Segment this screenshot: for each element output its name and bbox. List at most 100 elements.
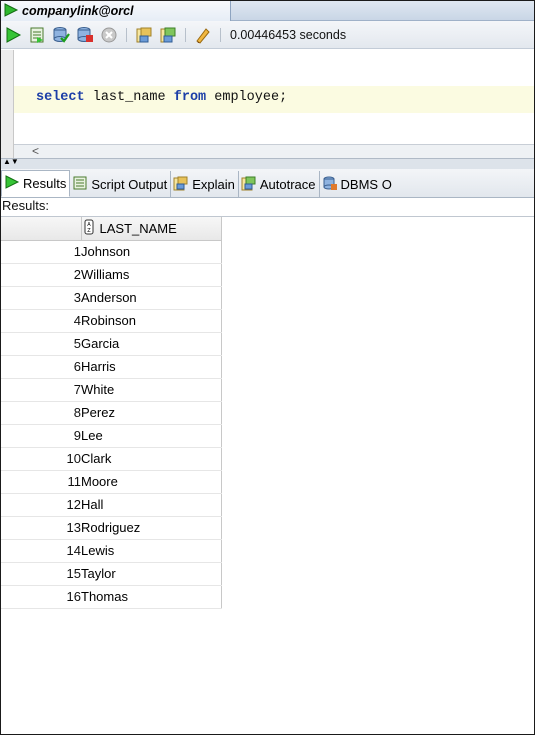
tab-script-output[interactable]: Script Output [70,171,172,197]
tab-explain-label: Explain [192,176,235,192]
last-name-cell[interactable]: Johnson [81,240,222,264]
sql-keyword-from: from [173,90,207,105]
scroll-left-icon[interactable]: < [32,144,39,158]
table-row[interactable]: 14 Lewis [1,539,222,563]
last-name-cell[interactable]: Taylor [81,562,222,586]
table-row[interactable]: 10 Clark [1,447,222,471]
worksheet-title: companylink@orcl [22,4,134,18]
tab-dbms-output[interactable]: DBMS O [320,171,395,197]
toolbar-separator [185,27,186,42]
tab-results-label: Results [23,176,67,191]
row-number: 4 [1,309,81,333]
tab-dbms-output-label: DBMS O [340,176,392,192]
run-statement-icon[interactable] [3,25,23,45]
table-row[interactable]: 8 Perez [1,401,222,425]
sql-column: last_name [92,90,166,105]
last-name-cell[interactable]: White [81,378,222,402]
svg-text:Z: Z [87,228,91,234]
row-number: 1 [1,240,81,264]
execution-time: 0.00446453 seconds [230,27,347,42]
cancel-icon[interactable] [99,25,119,45]
column-header-label: LAST_NAME [99,220,177,236]
table-row[interactable]: 12 Hall [1,493,222,517]
last-name-cell[interactable]: Robinson [81,309,222,333]
table-row[interactable]: 1 Johnson [1,240,222,264]
results-label: Results: [2,198,49,213]
row-number: 9 [1,424,81,448]
row-number: 16 [1,585,81,609]
worksheet-tab[interactable]: companylink@orcl [1,1,231,21]
dbms-output-icon [322,175,338,194]
toolbar-separator [126,27,127,42]
row-number: 15 [1,562,81,586]
explain-tab-icon [173,175,189,194]
clear-icon[interactable] [193,25,213,45]
last-name-cell[interactable]: Anderson [81,286,222,310]
last-name-cell[interactable]: Williams [81,263,222,287]
autotrace-icon[interactable] [158,25,178,45]
last-name-cell[interactable]: Thomas [81,585,222,609]
table-row[interactable]: 3 Anderson [1,286,222,310]
autotrace-tab-icon [241,175,257,194]
tab-autotrace-label: Autotrace [259,176,316,192]
row-number: 12 [1,493,81,517]
rollback-icon[interactable] [75,25,95,45]
row-number: 11 [1,470,81,494]
row-number: 8 [1,401,81,425]
table-row[interactable]: 6 Harris [1,355,222,379]
last-name-cell[interactable]: Rodriguez [81,516,222,540]
worksheet-tab-strip: companylink@orcl [1,1,534,21]
tab-autotrace[interactable]: Autotrace [239,171,320,197]
worksheet-toolbar: 0.00446453 seconds [1,21,534,49]
varchar-type-icon: AZ [84,219,94,238]
table-row[interactable]: 4 Robinson [1,309,222,333]
table-row[interactable]: 16 Thomas [1,585,222,609]
commit-icon[interactable] [51,25,71,45]
table-row[interactable]: 7 White [1,378,222,402]
sql-statement: select last_name from employee; [36,90,287,105]
script-output-icon [72,175,88,194]
toolbar-separator [220,27,221,42]
results-table: AZ LAST_NAME 1 Johnson 2 Williams 3 Anderson 4… [1,217,222,609]
table-row[interactable]: 13 Rodriguez [1,516,222,540]
connection-icon [3,2,19,21]
row-number: 2 [1,263,81,287]
output-tabs: Results Script Output Explain Autotrace … [1,169,534,198]
results-rows: 1 Johnson 2 Williams 3 Anderson 4 Robinson 5 Garc… [1,240,222,609]
sql-editor[interactable]: select last_name from employee; [14,50,534,144]
sql-table: employee; [214,90,288,105]
editor-horizontal-scrollbar[interactable]: < [14,144,534,159]
table-row[interactable]: 9 Lee [1,424,222,448]
last-name-cell[interactable]: Perez [81,401,222,425]
sql-keyword-select: select [36,90,85,105]
last-name-cell[interactable]: Harris [81,355,222,379]
row-number: 3 [1,286,81,310]
tab-explain[interactable]: Explain [171,171,239,197]
last-name-cell[interactable]: Clark [81,447,222,471]
tab-results[interactable]: Results [1,170,71,197]
row-number: 6 [1,355,81,379]
last-name-cell[interactable]: Hall [81,493,222,517]
row-number: 5 [1,332,81,356]
row-number-header[interactable] [1,217,82,241]
run-script-icon[interactable] [27,25,47,45]
explain-icon[interactable] [134,25,154,45]
row-number: 13 [1,516,81,540]
tab-script-output-label: Script Output [91,176,168,192]
table-row[interactable]: 5 Garcia [1,332,222,356]
last-name-cell[interactable]: Lewis [81,539,222,563]
row-number: 14 [1,539,81,563]
row-number: 7 [1,378,81,402]
results-icon [4,174,20,193]
last-name-cell[interactable]: Moore [81,470,222,494]
editor-gutter [1,50,14,158]
splitter-arrows-icon[interactable]: ▲▼ [3,158,19,166]
sql-editor-pane: select last_name from employee; < [1,50,534,159]
table-row[interactable]: 2 Williams [1,263,222,287]
last-name-cell[interactable]: Lee [81,424,222,448]
table-row[interactable]: 11 Moore [1,470,222,494]
sql-worksheet-window: companylink@orcl 0.00446453 seconds sele… [0,0,535,735]
last-name-cell[interactable]: Garcia [81,332,222,356]
table-row[interactable]: 15 Taylor [1,562,222,586]
column-header-last-name[interactable]: AZ LAST_NAME [81,217,222,241]
